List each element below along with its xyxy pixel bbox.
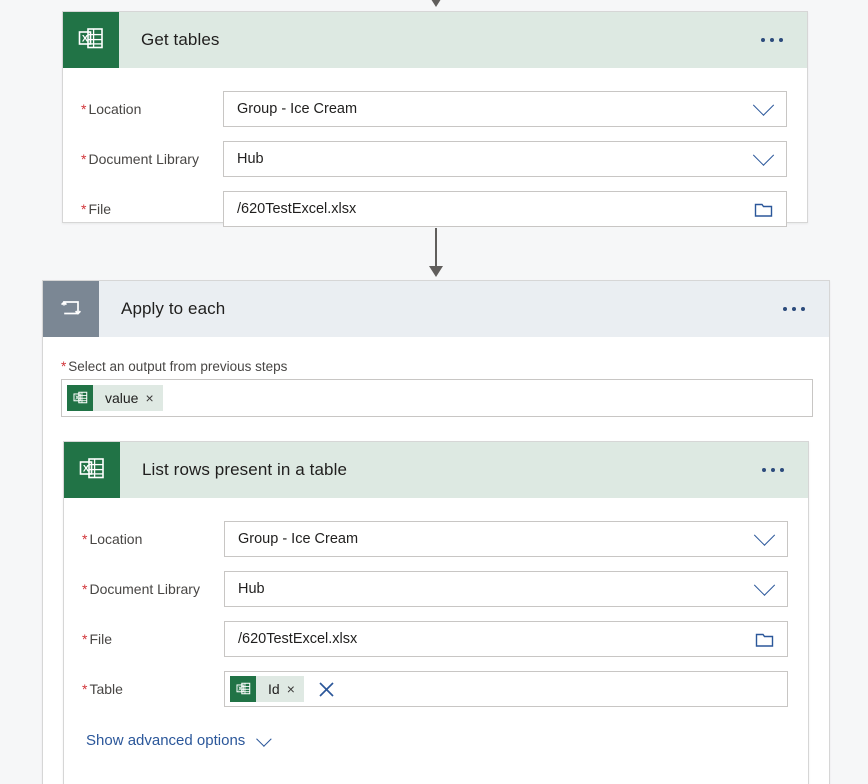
field-row-location: * Location Group - Ice Cream xyxy=(63,84,807,134)
file-value: /620TestExcel.xlsx xyxy=(238,631,358,647)
connector-top xyxy=(404,0,468,8)
list-rows-card[interactable]: X List rows present in a table * Locatio… xyxy=(63,441,809,784)
required-asterisk: * xyxy=(82,531,88,547)
required-asterisk: * xyxy=(82,581,88,597)
required-asterisk: * xyxy=(81,151,87,167)
excel-icon: X xyxy=(67,385,93,411)
list-rows-header[interactable]: X List rows present in a table xyxy=(64,442,808,498)
location-dropdown[interactable]: Group - Ice Cream xyxy=(223,91,787,127)
apply-to-each-card[interactable]: Apply to each * Select an output from pre… xyxy=(42,280,830,784)
excel-icon: X xyxy=(64,442,120,498)
field-label-table: * Table xyxy=(82,681,123,697)
required-asterisk: * xyxy=(81,101,87,117)
field-label-file: * File xyxy=(81,201,112,217)
file-input[interactable]: /620TestExcel.xlsx xyxy=(224,621,788,657)
location-value: Group - Ice Cream xyxy=(238,531,359,547)
token-remove-icon[interactable]: × xyxy=(287,682,304,696)
chevron-down-icon[interactable] xyxy=(741,572,787,606)
document-library-value: Hub xyxy=(237,151,264,167)
folder-picker-icon[interactable] xyxy=(740,192,786,226)
flow-designer-canvas: X Get tables * Location Group - Ice Crea… xyxy=(0,0,868,784)
get-tables-body: * Location Group - Ice Cream * Document Li… xyxy=(63,68,807,248)
list-rows-ellipsis-menu[interactable] xyxy=(738,468,808,472)
apply-to-each-header[interactable]: Apply to each xyxy=(43,281,829,337)
folder-picker-icon[interactable] xyxy=(741,622,787,656)
field-label-location: * Location xyxy=(81,101,142,117)
token-label: Id xyxy=(268,681,280,697)
document-library-dropdown[interactable]: Hub xyxy=(224,571,788,607)
field-row-file: * File /620TestExcel.xlsx xyxy=(63,184,807,234)
apply-to-each-body: *Select an output from previous steps X xyxy=(43,337,829,784)
clear-icon[interactable] xyxy=(304,672,350,706)
token-value[interactable]: X value × xyxy=(67,385,163,411)
select-output-label: * Select an output from previous steps xyxy=(61,359,288,374)
chevron-down-icon[interactable] xyxy=(740,142,786,176)
token-id[interactable]: X Id × xyxy=(230,676,304,702)
token-remove-icon[interactable]: × xyxy=(145,391,162,405)
get-tables-card[interactable]: X Get tables * Location Group - Ice Crea… xyxy=(62,11,808,227)
field-row-document-library: * Document Library Hub xyxy=(63,134,807,184)
list-rows-body: * Location Group - Ice Cream * Document Li… xyxy=(64,498,808,769)
show-advanced-options-link[interactable]: Show advanced options xyxy=(64,714,272,755)
table-input[interactable]: X Id × xyxy=(224,671,788,707)
select-output-input[interactable]: X value × xyxy=(61,379,813,417)
field-row-location: * Location Group - Ice Cream xyxy=(64,514,808,564)
field-row-table: * Table X Id × xyxy=(64,664,808,714)
apply-to-each-title: Apply to each xyxy=(121,299,226,318)
field-label-file: * File xyxy=(82,631,113,647)
connector-get-tables-to-apply-to-each xyxy=(404,228,468,278)
field-row-file: * File /620TestExcel.xlsx xyxy=(64,614,808,664)
file-value: /620TestExcel.xlsx xyxy=(237,201,357,217)
location-dropdown[interactable]: Group - Ice Cream xyxy=(224,521,788,557)
excel-icon: X xyxy=(63,12,119,68)
chevron-down-icon[interactable] xyxy=(741,522,787,556)
field-label-document-library: * Document Library xyxy=(81,151,199,167)
excel-icon: X xyxy=(230,676,256,702)
required-asterisk: * xyxy=(82,681,88,697)
required-asterisk: * xyxy=(61,359,67,374)
loop-icon xyxy=(43,281,99,337)
field-row-document-library: * Document Library Hub xyxy=(64,564,808,614)
get-tables-ellipsis-menu[interactable] xyxy=(737,38,807,42)
document-library-dropdown[interactable]: Hub xyxy=(223,141,787,177)
get-tables-header[interactable]: X Get tables xyxy=(63,12,807,68)
required-asterisk: * xyxy=(82,631,88,647)
required-asterisk: * xyxy=(81,201,87,217)
list-rows-title: List rows present in a table xyxy=(142,460,348,479)
token-label: value xyxy=(105,390,139,406)
apply-to-each-ellipsis-menu[interactable] xyxy=(759,307,829,311)
chevron-down-icon[interactable] xyxy=(256,731,272,747)
show-advanced-options-label: Show advanced options xyxy=(86,732,246,749)
file-input[interactable]: /620TestExcel.xlsx xyxy=(223,191,787,227)
get-tables-title: Get tables xyxy=(141,30,220,49)
location-value: Group - Ice Cream xyxy=(237,101,358,117)
field-label-document-library: * Document Library xyxy=(82,581,200,597)
chevron-down-icon[interactable] xyxy=(740,92,786,126)
document-library-value: Hub xyxy=(238,581,265,597)
field-label-location: * Location xyxy=(82,531,143,547)
